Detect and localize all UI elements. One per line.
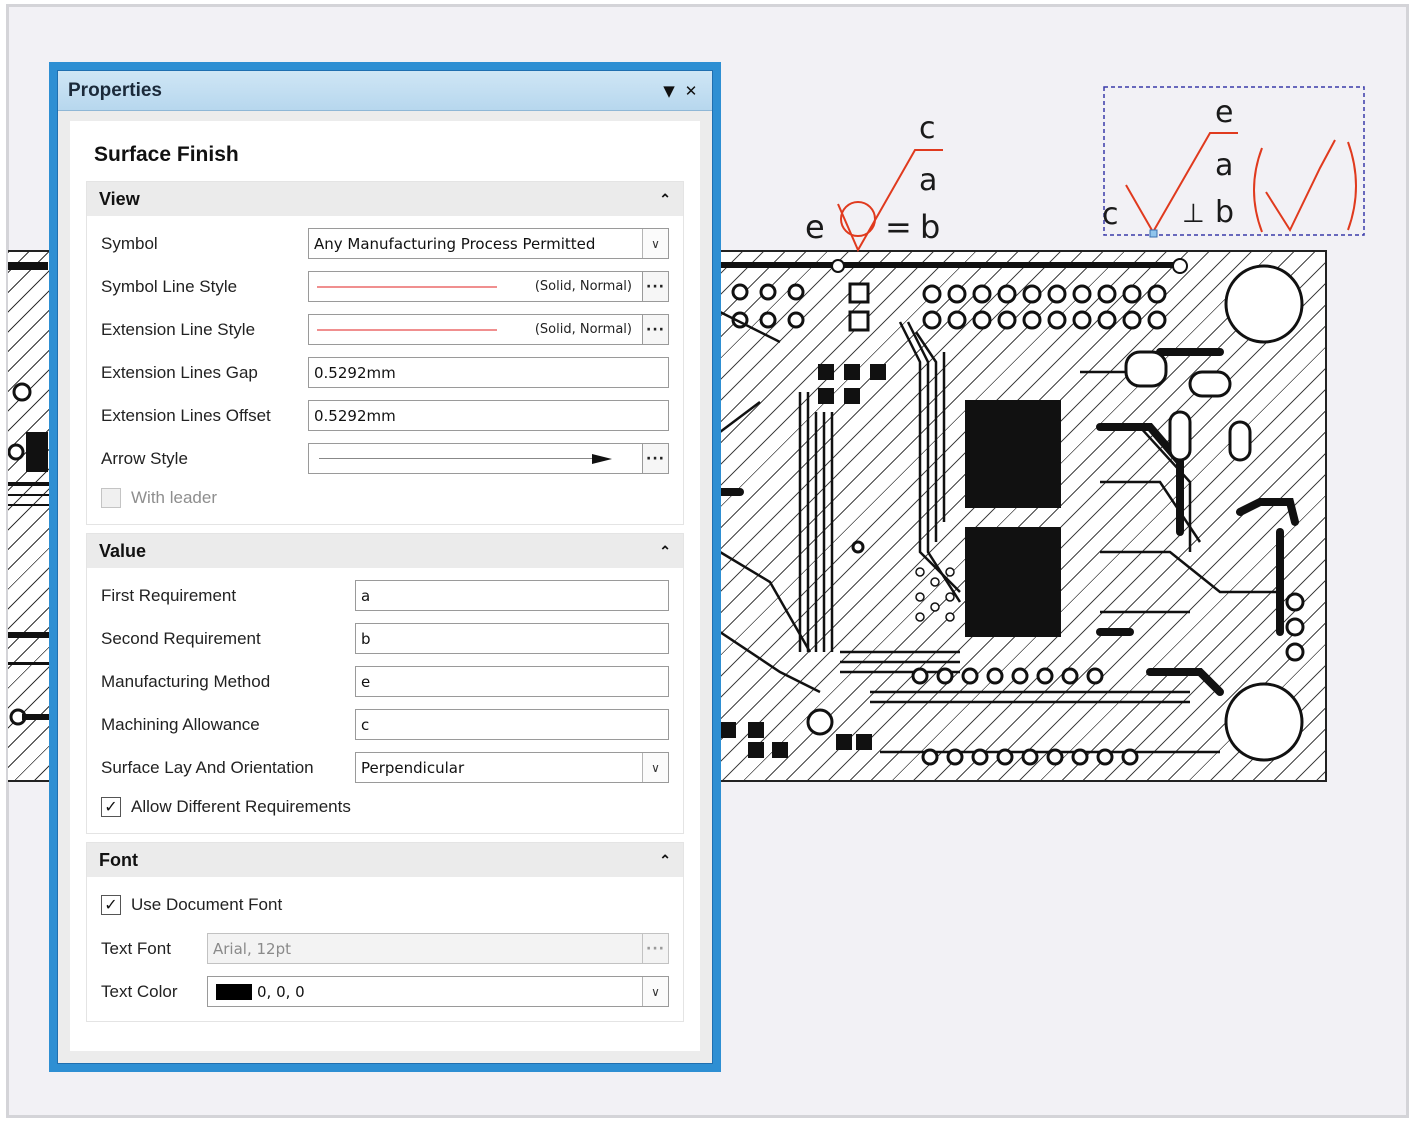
second-requirement-value: b <box>361 629 371 648</box>
surface-lay-label: Surface Lay And Orientation <box>101 757 314 777</box>
chevron-down-icon[interactable]: ∨ <box>642 229 668 258</box>
panel-title: Properties <box>68 79 162 101</box>
surface-lay-value: Perpendicular <box>361 758 465 777</box>
ellipsis-button[interactable]: ··· <box>642 272 668 301</box>
symbol-label: Symbol <box>101 233 158 253</box>
section-value-header[interactable]: Value ⌃ <box>87 534 683 568</box>
ellipsis-button[interactable]: ··· <box>642 315 668 344</box>
manufacturing-method-value: e <box>361 672 371 691</box>
allow-different-checkbox[interactable]: ✓ <box>101 797 121 817</box>
section-font-title: Font <box>99 849 138 870</box>
color-swatch <box>216 983 252 1000</box>
machining-allowance-input[interactable]: c <box>355 709 669 740</box>
section-view: View ⌃ Symbol Any Manufacturing Process … <box>86 181 684 525</box>
text-color-select[interactable]: 0, 0, 0 ∨ <box>207 976 669 1007</box>
use-document-font-label: Use Document Font <box>131 895 283 914</box>
extension-line-style-value: (Solid, Normal) <box>534 322 632 337</box>
second-requirement-input[interactable]: b <box>355 623 669 654</box>
second-requirement-label: Second Requirement <box>101 628 261 648</box>
symbol-1-e: e <box>805 208 825 246</box>
section-view-title: View <box>99 188 140 209</box>
extension-lines-offset-input[interactable]: 0.5292mm <box>308 400 669 431</box>
surface-lay-select[interactable]: Perpendicular ∨ <box>355 752 669 783</box>
symbol-line-style-value: (Solid, Normal) <box>534 279 632 294</box>
ellipsis-button[interactable]: ··· <box>642 444 668 473</box>
text-color-value: 0, 0, 0 <box>257 982 305 1001</box>
text-font-value: Arial, 12pt <box>213 939 291 958</box>
arrow-icon <box>309 453 642 464</box>
chevron-down-icon[interactable]: ∨ <box>642 753 668 782</box>
extension-lines-offset-value: 0.5292mm <box>314 406 396 425</box>
chevron-down-icon[interactable]: ∨ <box>642 977 668 1006</box>
extension-lines-gap-input[interactable]: 0.5292mm <box>308 357 669 388</box>
symbol-select[interactable]: Any Manufacturing Process Permitted ∨ <box>308 228 669 259</box>
machining-allowance-label: Machining Allowance <box>101 714 260 734</box>
text-font-field[interactable]: Arial, 12pt ··· <box>207 933 669 964</box>
selection-handle[interactable] <box>1149 229 1158 238</box>
text-color-label: Text Color <box>101 981 178 1001</box>
symbol-1-c: c <box>919 111 936 146</box>
panel-body: Surface Finish View ⌃ Symbol Any Manufac… <box>70 121 700 1051</box>
symbol-2-b: b <box>1215 195 1234 230</box>
symbol-2-a: a <box>1215 148 1233 183</box>
machining-allowance-value: c <box>361 715 370 734</box>
text-font-label: Text Font <box>101 938 171 958</box>
line-sample <box>317 328 497 331</box>
with-leader-checkbox[interactable] <box>101 488 121 508</box>
symbol-2-lay: ⊥ <box>1182 199 1205 229</box>
allow-different-label: Allow Different Requirements <box>131 797 351 816</box>
section-value: Value ⌃ First Requirement a Second Requi… <box>86 533 684 834</box>
panel-titlebar[interactable]: Properties ▼ ✕ <box>58 71 712 111</box>
panel-close-button[interactable]: ✕ <box>680 82 702 100</box>
section-font: Font ⌃ ✓ Use Document Font Text Font Ari… <box>86 842 684 1022</box>
arrow-style-field[interactable]: ··· <box>308 443 669 474</box>
line-sample <box>317 285 497 288</box>
section-view-header[interactable]: View ⌃ <box>87 182 683 216</box>
section-font-header[interactable]: Font ⌃ <box>87 843 683 877</box>
properties-panel: Properties ▼ ✕ Surface Finish View ⌃ Sym… <box>49 62 721 1072</box>
section-value-title: Value <box>99 540 147 561</box>
arrow-style-label: Arrow Style <box>101 448 188 468</box>
collapse-icon[interactable]: ⌃ <box>659 191 671 208</box>
surface-finish-symbol-1[interactable]: c a e = b <box>805 111 943 253</box>
ellipsis-button[interactable]: ··· <box>642 934 668 963</box>
extension-lines-gap-label: Extension Lines Gap <box>101 362 258 382</box>
extension-lines-gap-value: 0.5292mm <box>314 363 396 382</box>
extension-line-style-field[interactable]: (Solid, Normal) ··· <box>308 314 669 345</box>
symbol-1-a: a <box>919 163 937 198</box>
symbol-1-lay: = <box>885 208 912 246</box>
symbol-2-c: c <box>1102 197 1119 232</box>
with-leader-label: With leader <box>131 488 217 507</box>
surface-finish-symbol-2[interactable]: e a c ⊥ b <box>1102 86 1365 238</box>
manufacturing-method-label: Manufacturing Method <box>101 671 271 691</box>
object-heading: Surface Finish <box>94 143 239 166</box>
symbol-value: Any Manufacturing Process Permitted <box>314 234 596 253</box>
extension-line-style-label: Extension Line Style <box>101 319 256 339</box>
symbol-line-style-label: Symbol Line Style <box>101 276 238 296</box>
manufacturing-method-input[interactable]: e <box>355 666 669 697</box>
collapse-icon[interactable]: ⌃ <box>659 852 671 869</box>
first-requirement-value: a <box>361 586 371 605</box>
first-requirement-input[interactable]: a <box>355 580 669 611</box>
extension-lines-offset-label: Extension Lines Offset <box>101 405 271 425</box>
panel-menu-button[interactable]: ▼ <box>658 82 680 100</box>
first-requirement-label: First Requirement <box>101 585 237 605</box>
collapse-icon[interactable]: ⌃ <box>659 543 671 560</box>
use-document-font-checkbox[interactable]: ✓ <box>101 895 121 915</box>
symbol-1-b: b <box>920 208 940 246</box>
symbol-2-e: e <box>1215 95 1233 130</box>
symbol-line-style-field[interactable]: (Solid, Normal) ··· <box>308 271 669 302</box>
